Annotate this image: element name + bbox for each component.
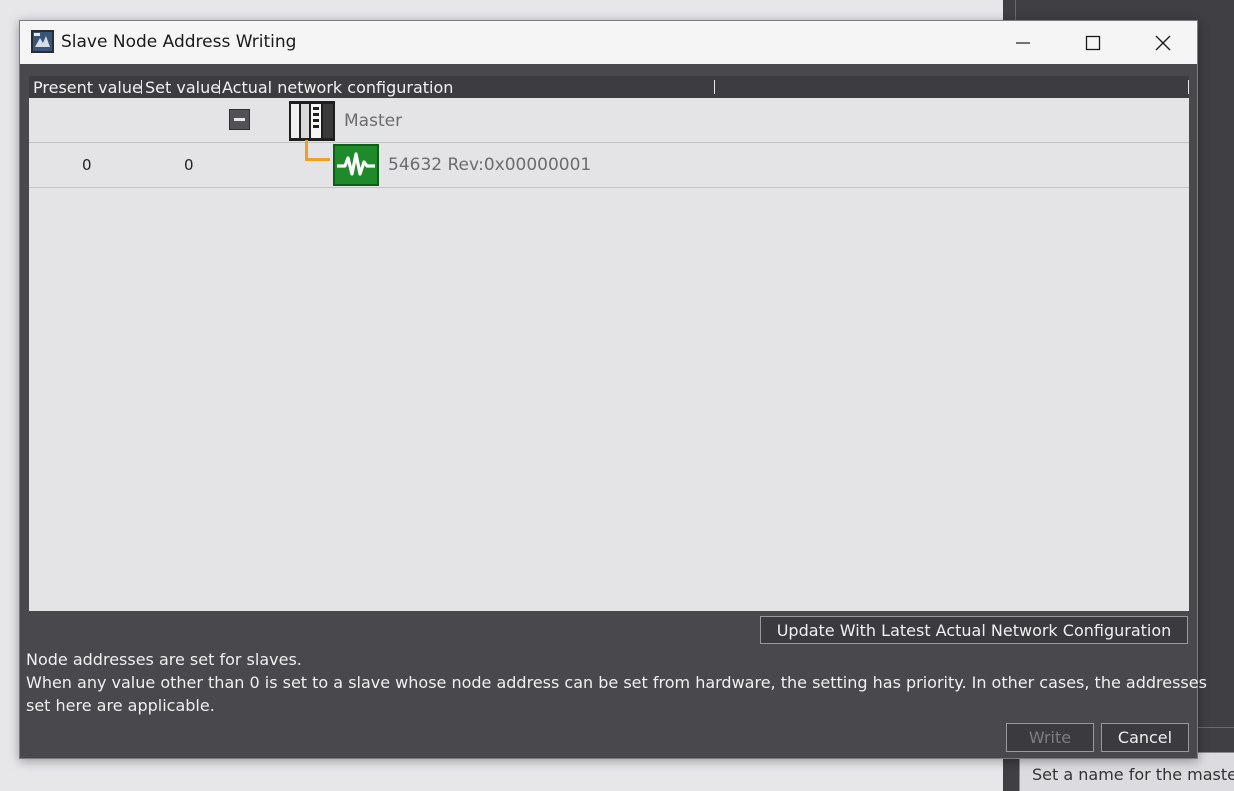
master-unit-icon — [289, 101, 335, 141]
close-icon — [1155, 35, 1171, 50]
close-button[interactable] — [1128, 21, 1198, 64]
title-bar: Slave Node Address Writing — [20, 21, 1197, 64]
slave-label: 54632 Rev:0x00000001 — [388, 155, 592, 175]
dialog-title: Slave Node Address Writing — [61, 32, 297, 52]
grid-header: Present value Set value Actual network c… — [29, 76, 1189, 98]
slave-node-address-dialog: Slave Node Address Writing Present value… — [19, 20, 1207, 759]
slave-device-icon — [333, 144, 379, 186]
network-configuration-grid: Master 0 0 54632 Rev:0x00000001 — [29, 98, 1189, 611]
column-resize-handle[interactable] — [1188, 80, 1189, 94]
set-value-cell[interactable]: 0 — [184, 156, 194, 174]
cancel-button[interactable]: Cancel — [1101, 723, 1189, 752]
table-row-slave[interactable]: 0 0 54632 Rev:0x00000001 — [29, 143, 1189, 188]
column-header-network-configuration[interactable]: Actual network configuration — [222, 78, 453, 97]
minimize-icon — [1016, 41, 1030, 44]
info-message-line-2: When any value other than 0 is set to a … — [26, 673, 1207, 692]
minimize-button[interactable] — [988, 21, 1058, 64]
master-label: Master — [344, 111, 403, 131]
column-resize-handle[interactable] — [714, 80, 715, 94]
app-icon — [31, 30, 54, 53]
column-header-present-value[interactable]: Present value — [33, 78, 142, 97]
present-value-cell: 0 — [82, 156, 92, 174]
maximize-icon — [1085, 35, 1101, 50]
column-resize-handle[interactable] — [141, 80, 142, 94]
write-button[interactable]: Write — [1006, 723, 1094, 752]
column-header-set-value[interactable]: Set value — [145, 78, 220, 97]
table-row-master[interactable]: Master — [29, 98, 1189, 143]
info-message-line-1: Node addresses are set for slaves. — [26, 650, 302, 669]
update-network-configuration-button[interactable]: Update With Latest Actual Network Config… — [760, 616, 1188, 644]
collapse-icon[interactable] — [229, 109, 250, 130]
column-resize-handle[interactable] — [219, 80, 220, 94]
maximize-button[interactable] — [1058, 21, 1128, 64]
info-message-line-3: set here are applicable. — [26, 696, 215, 715]
